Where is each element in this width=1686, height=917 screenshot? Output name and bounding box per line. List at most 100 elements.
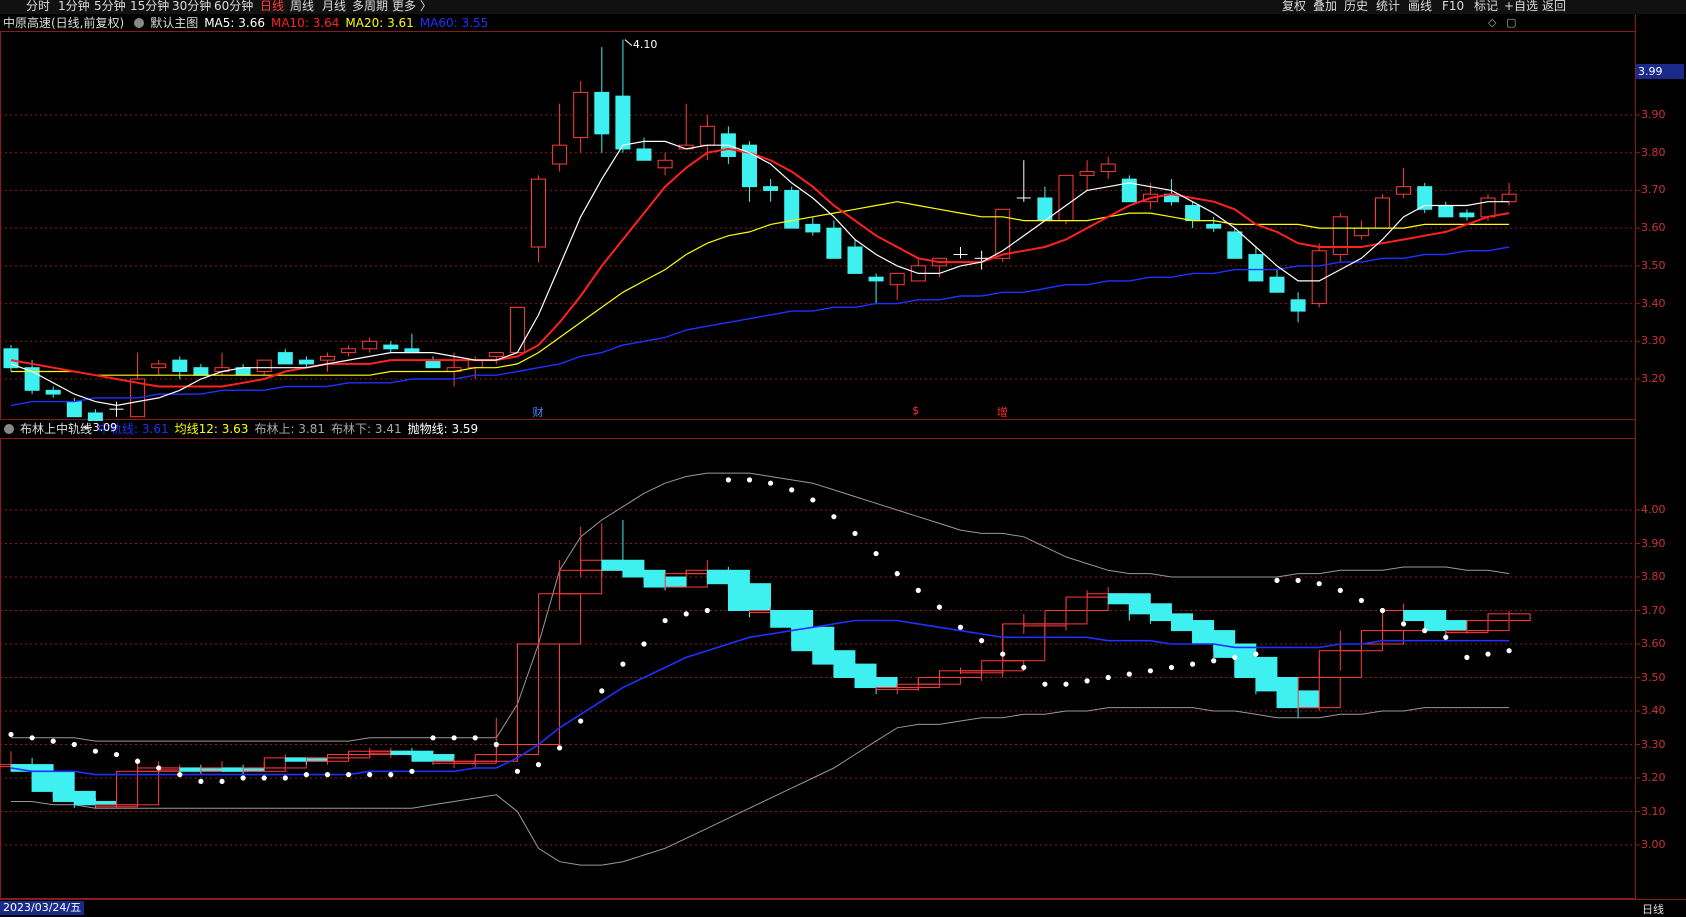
candle-body[interactable]: [66, 401, 82, 418]
sub-candle-body[interactable]: [390, 750, 434, 756]
sub-candle-body[interactable]: [1255, 677, 1299, 692]
event-marker-0[interactable]: 财: [533, 404, 544, 420]
candle-body[interactable]: [298, 359, 314, 365]
event-marker-2[interactable]: 增: [997, 404, 1008, 420]
candle-body[interactable]: [425, 359, 441, 369]
sub-candle-body[interactable]: [1128, 603, 1172, 615]
chart-canvas[interactable]: [0, 0, 1686, 915]
sar-dot: [240, 775, 246, 781]
event-marker-1[interactable]: $: [912, 404, 919, 417]
sub-candle-body[interactable]: [1234, 656, 1278, 679]
sub-candle-body[interactable]: [1171, 620, 1215, 632]
sar-dot: [135, 758, 141, 764]
sub-candle-body[interactable]: [52, 790, 96, 802]
sub-candle-body[interactable]: [812, 650, 856, 665]
candle-body[interactable]: [573, 91, 589, 139]
candle-body[interactable]: [615, 95, 631, 150]
candle-body[interactable]: [172, 359, 188, 372]
main-y-tick: 3.50: [1641, 258, 1666, 272]
candle-body[interactable]: [1290, 299, 1306, 312]
candle-body[interactable]: [193, 367, 209, 376]
sub-y-tick: 3.40: [1641, 704, 1666, 717]
main-y-tick: 3.30: [1641, 334, 1666, 348]
candle-body[interactable]: [1311, 250, 1327, 305]
candle-body[interactable]: [467, 359, 483, 369]
sar-dot: [1464, 654, 1470, 661]
sub-candle-body[interactable]: [73, 800, 117, 806]
candle-body[interactable]: [256, 359, 272, 372]
candle-body[interactable]: [1079, 171, 1095, 176]
sar-dot: [915, 587, 921, 594]
candle-body[interactable]: [889, 272, 905, 286]
sar-dot: [367, 772, 373, 778]
sub-candle-body[interactable]: [706, 569, 750, 585]
candle-body[interactable]: [1353, 227, 1369, 237]
sub-candle-body[interactable]: [770, 610, 814, 628]
candle-body[interactable]: [657, 159, 673, 169]
sub-y-tick: 3.20: [1641, 771, 1666, 784]
sub-candle-body[interactable]: [728, 583, 771, 612]
sub-candle-body[interactable]: [31, 770, 75, 792]
candle-body[interactable]: [1058, 174, 1074, 222]
candle-body[interactable]: [1227, 231, 1243, 259]
sar-dot: [873, 550, 879, 557]
sar-dot: [1401, 621, 1407, 627]
candle-body[interactable]: [594, 91, 610, 135]
main-y-tick: 3.90: [1641, 108, 1666, 121]
sub-candle-body[interactable]: [1107, 593, 1151, 605]
candle-body[interactable]: [1480, 197, 1496, 218]
candle-body[interactable]: [277, 352, 293, 365]
sub-candle-body[interactable]: [791, 626, 835, 652]
candle-body[interactable]: [552, 144, 568, 165]
sub-candle-body[interactable]: [1424, 620, 1468, 632]
sub-candle-body[interactable]: [1150, 613, 1193, 622]
sub-candle-body[interactable]: [1403, 610, 1447, 622]
candle-body[interactable]: [1375, 197, 1390, 229]
cursor-date: 2023/03/24/五: [0, 901, 85, 915]
sar-dot: [8, 731, 14, 738]
candle-body[interactable]: [3, 348, 19, 369]
candle-body[interactable]: [1206, 223, 1222, 229]
candle-body[interactable]: [1185, 205, 1201, 222]
candle-body[interactable]: [1248, 254, 1264, 282]
candle-body[interactable]: [531, 178, 546, 248]
sar-dot: [1232, 654, 1238, 661]
sar-dot: [1168, 664, 1175, 671]
candle-body[interactable]: [868, 276, 884, 282]
candle-body[interactable]: [1332, 216, 1348, 256]
sub-candle-body[interactable]: [854, 677, 898, 689]
sar-dot: [1190, 661, 1196, 667]
sub-y-tick: 3.00: [1641, 838, 1666, 851]
sub-candle-body[interactable]: [10, 764, 54, 772]
sub-candle-body[interactable]: [833, 663, 877, 678]
sub-candle-body[interactable]: [1192, 630, 1236, 645]
candle-body[interactable]: [1501, 193, 1517, 203]
sub-candle-body[interactable]: [622, 569, 666, 578]
candle-body[interactable]: [1396, 186, 1412, 195]
candle-body[interactable]: [151, 363, 167, 369]
candle-body[interactable]: [1438, 205, 1454, 218]
candle-body[interactable]: [509, 306, 525, 354]
candle-body[interactable]: [362, 340, 378, 350]
sub-candle-body[interactable]: [601, 559, 645, 571]
candle-body[interactable]: [383, 344, 399, 350]
candle-body[interactable]: [320, 355, 335, 361]
candle-body[interactable]: [488, 352, 504, 357]
sub-candle-body[interactable]: [411, 754, 455, 762]
sub-y-tick: 3.60: [1641, 637, 1666, 650]
sar-dot: [936, 604, 943, 610]
candle-body[interactable]: [784, 189, 800, 229]
candle-body[interactable]: [45, 389, 61, 395]
candle-body[interactable]: [847, 246, 863, 274]
candle-body[interactable]: [341, 348, 357, 354]
candle-body[interactable]: [699, 125, 715, 146]
candle-body[interactable]: [1269, 276, 1285, 293]
candle-body[interactable]: [636, 148, 652, 161]
candle-body[interactable]: [763, 186, 779, 191]
candle-body[interactable]: [1100, 163, 1116, 173]
candle-body[interactable]: [826, 227, 842, 259]
candle-body[interactable]: [87, 412, 103, 421]
candle-body[interactable]: [805, 223, 821, 233]
candle-body[interactable]: [1459, 212, 1475, 218]
main-y-tick: 3.40: [1641, 296, 1666, 310]
